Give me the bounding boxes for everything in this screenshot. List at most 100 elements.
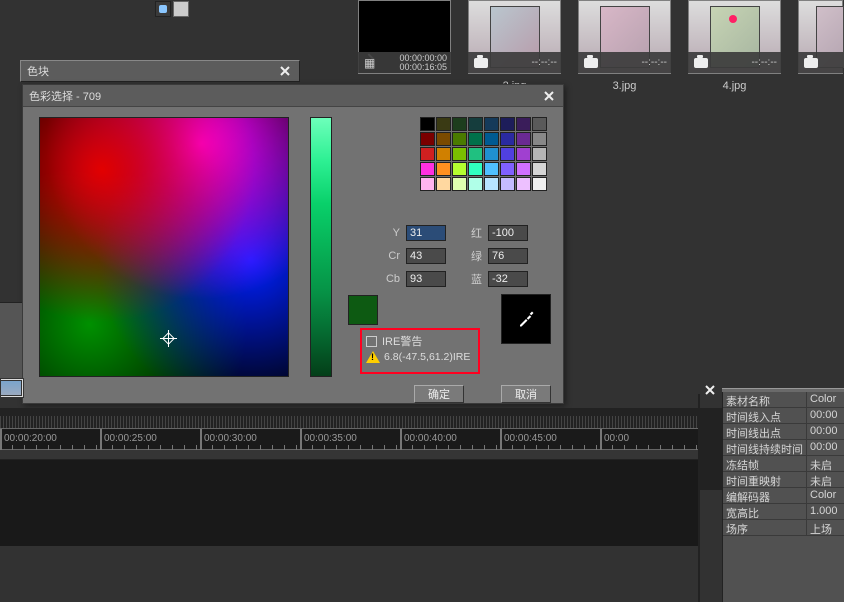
ruler-segment: 00:00:45:00 bbox=[500, 429, 600, 451]
color-swatch[interactable] bbox=[420, 132, 435, 146]
color-swatch[interactable] bbox=[500, 162, 515, 176]
property-row[interactable]: 时间线出点00:00 bbox=[723, 424, 844, 440]
color-swatch[interactable] bbox=[532, 117, 547, 131]
thumbnail-info: --:--:-- bbox=[688, 52, 781, 73]
cb-input[interactable] bbox=[406, 271, 446, 287]
property-key: 冻结帧 bbox=[723, 456, 807, 471]
color-swatch[interactable] bbox=[516, 147, 531, 161]
thumb-tc2: 00:00:16:05 bbox=[399, 63, 447, 72]
swatch-window-titlebar[interactable]: 色块 bbox=[20, 60, 300, 82]
asset-icon bbox=[155, 1, 171, 17]
close-icon[interactable] bbox=[541, 88, 557, 104]
color-swatch[interactable] bbox=[516, 117, 531, 131]
color-swatch[interactable] bbox=[500, 117, 515, 131]
ok-button[interactable]: 确定 bbox=[414, 385, 464, 403]
cr-label: Cr bbox=[382, 250, 400, 262]
panel-close-icon[interactable] bbox=[700, 380, 720, 400]
color-swatch[interactable] bbox=[500, 147, 515, 161]
property-row[interactable]: 宽高比1.000 bbox=[723, 504, 844, 520]
close-icon[interactable] bbox=[277, 63, 293, 79]
clip-thumb[interactable] bbox=[0, 380, 22, 396]
color-swatch[interactable] bbox=[500, 177, 515, 191]
property-row[interactable]: 场序上场 bbox=[723, 520, 844, 536]
panel-divider[interactable] bbox=[698, 394, 700, 602]
property-key: 宽高比 bbox=[723, 504, 807, 519]
ruler-label: 00:00:35:00 bbox=[304, 433, 357, 444]
time-ruler[interactable]: 00:00:20:00 00:00:25:00 00:00:30:00 00:00:3… bbox=[0, 428, 700, 450]
color-swatch[interactable] bbox=[468, 162, 483, 176]
property-row[interactable]: 时间线持续时间00:00 bbox=[723, 440, 844, 456]
blue-input[interactable] bbox=[488, 271, 528, 287]
property-value: 未启 bbox=[807, 472, 844, 487]
color-swatch[interactable] bbox=[436, 132, 451, 146]
property-row[interactable]: 素材名称Color bbox=[723, 392, 844, 408]
color-swatch[interactable] bbox=[484, 147, 499, 161]
y-input[interactable] bbox=[406, 225, 446, 241]
eyedropper-icon bbox=[517, 310, 535, 328]
color-swatch[interactable] bbox=[500, 132, 515, 146]
property-key: 时间线出点 bbox=[723, 424, 807, 439]
color-swatch[interactable] bbox=[516, 177, 531, 191]
color-swatch[interactable] bbox=[468, 147, 483, 161]
color-swatch[interactable] bbox=[468, 177, 483, 191]
hue-slider[interactable] bbox=[310, 117, 332, 377]
property-row[interactable]: 时间线入点00:00 bbox=[723, 408, 844, 424]
color-preview bbox=[348, 295, 378, 325]
color-swatch[interactable] bbox=[468, 117, 483, 131]
color-swatch[interactable] bbox=[420, 177, 435, 191]
color-swatch[interactable] bbox=[484, 162, 499, 176]
color-swatch[interactable] bbox=[420, 147, 435, 161]
color-swatch[interactable] bbox=[452, 177, 467, 191]
color-swatch[interactable] bbox=[532, 162, 547, 176]
color-swatch[interactable] bbox=[436, 117, 451, 131]
color-swatch[interactable] bbox=[532, 147, 547, 161]
color-swatch[interactable] bbox=[452, 162, 467, 176]
property-key: 时间线入点 bbox=[723, 408, 807, 423]
color-swatch[interactable] bbox=[452, 132, 467, 146]
color-swatch[interactable] bbox=[532, 132, 547, 146]
tc-icon: ▦ bbox=[364, 56, 375, 70]
thumb-tc1: --:--:-- bbox=[641, 57, 667, 68]
green-label: 绿 bbox=[464, 248, 482, 264]
property-row[interactable]: 时间重映射未启 bbox=[723, 472, 844, 488]
ire-checkbox[interactable] bbox=[366, 336, 377, 347]
property-value: 00:00 bbox=[807, 424, 844, 439]
color-swatch[interactable] bbox=[420, 162, 435, 176]
color-swatch[interactable] bbox=[468, 132, 483, 146]
ruler-segment: 00:00:40:00 bbox=[400, 429, 500, 451]
ruler-label: 00:00 bbox=[604, 433, 629, 444]
color-swatch[interactable] bbox=[516, 162, 531, 176]
ruler-segment: 00:00:30:00 bbox=[200, 429, 300, 451]
color-swatch[interactable] bbox=[436, 177, 451, 191]
color-swatch[interactable] bbox=[532, 177, 547, 191]
ruler-label: 00:00:20:00 bbox=[4, 433, 57, 444]
eyedropper-well[interactable] bbox=[501, 294, 551, 344]
color-swatch[interactable] bbox=[420, 117, 435, 131]
cancel-button[interactable]: 取消 bbox=[501, 385, 551, 403]
red-input[interactable] bbox=[488, 225, 528, 241]
ruler-segment: 00:00:20:00 bbox=[0, 429, 100, 451]
green-input[interactable] bbox=[488, 248, 528, 264]
ruler-label: 00:00:30:00 bbox=[204, 433, 257, 444]
swatch-window-title: 色块 bbox=[27, 63, 49, 79]
ruler-label: 00:00:25:00 bbox=[104, 433, 157, 444]
ruler-segment: 00:00:35:00 bbox=[300, 429, 400, 451]
property-row[interactable]: 冻结帧未启 bbox=[723, 456, 844, 472]
color-swatch[interactable] bbox=[436, 147, 451, 161]
color-swatch[interactable] bbox=[452, 117, 467, 131]
property-value: 未启 bbox=[807, 456, 844, 471]
color-field[interactable] bbox=[39, 117, 289, 377]
ire-value: 6.8(-47.5,61.2)IRE bbox=[384, 351, 470, 363]
color-swatch[interactable] bbox=[452, 147, 467, 161]
track-strip[interactable] bbox=[0, 450, 700, 460]
color-swatch[interactable] bbox=[516, 132, 531, 146]
camera-icon bbox=[584, 58, 598, 68]
cr-input[interactable] bbox=[406, 248, 446, 264]
color-swatch[interactable] bbox=[484, 177, 499, 191]
property-row[interactable]: 编解码器Color bbox=[723, 488, 844, 504]
dialog-titlebar[interactable]: 色彩选择 - 709 bbox=[23, 85, 563, 107]
y-label: Y bbox=[382, 227, 400, 239]
color-swatch[interactable] bbox=[436, 162, 451, 176]
color-swatch[interactable] bbox=[484, 132, 499, 146]
color-swatch[interactable] bbox=[484, 117, 499, 131]
